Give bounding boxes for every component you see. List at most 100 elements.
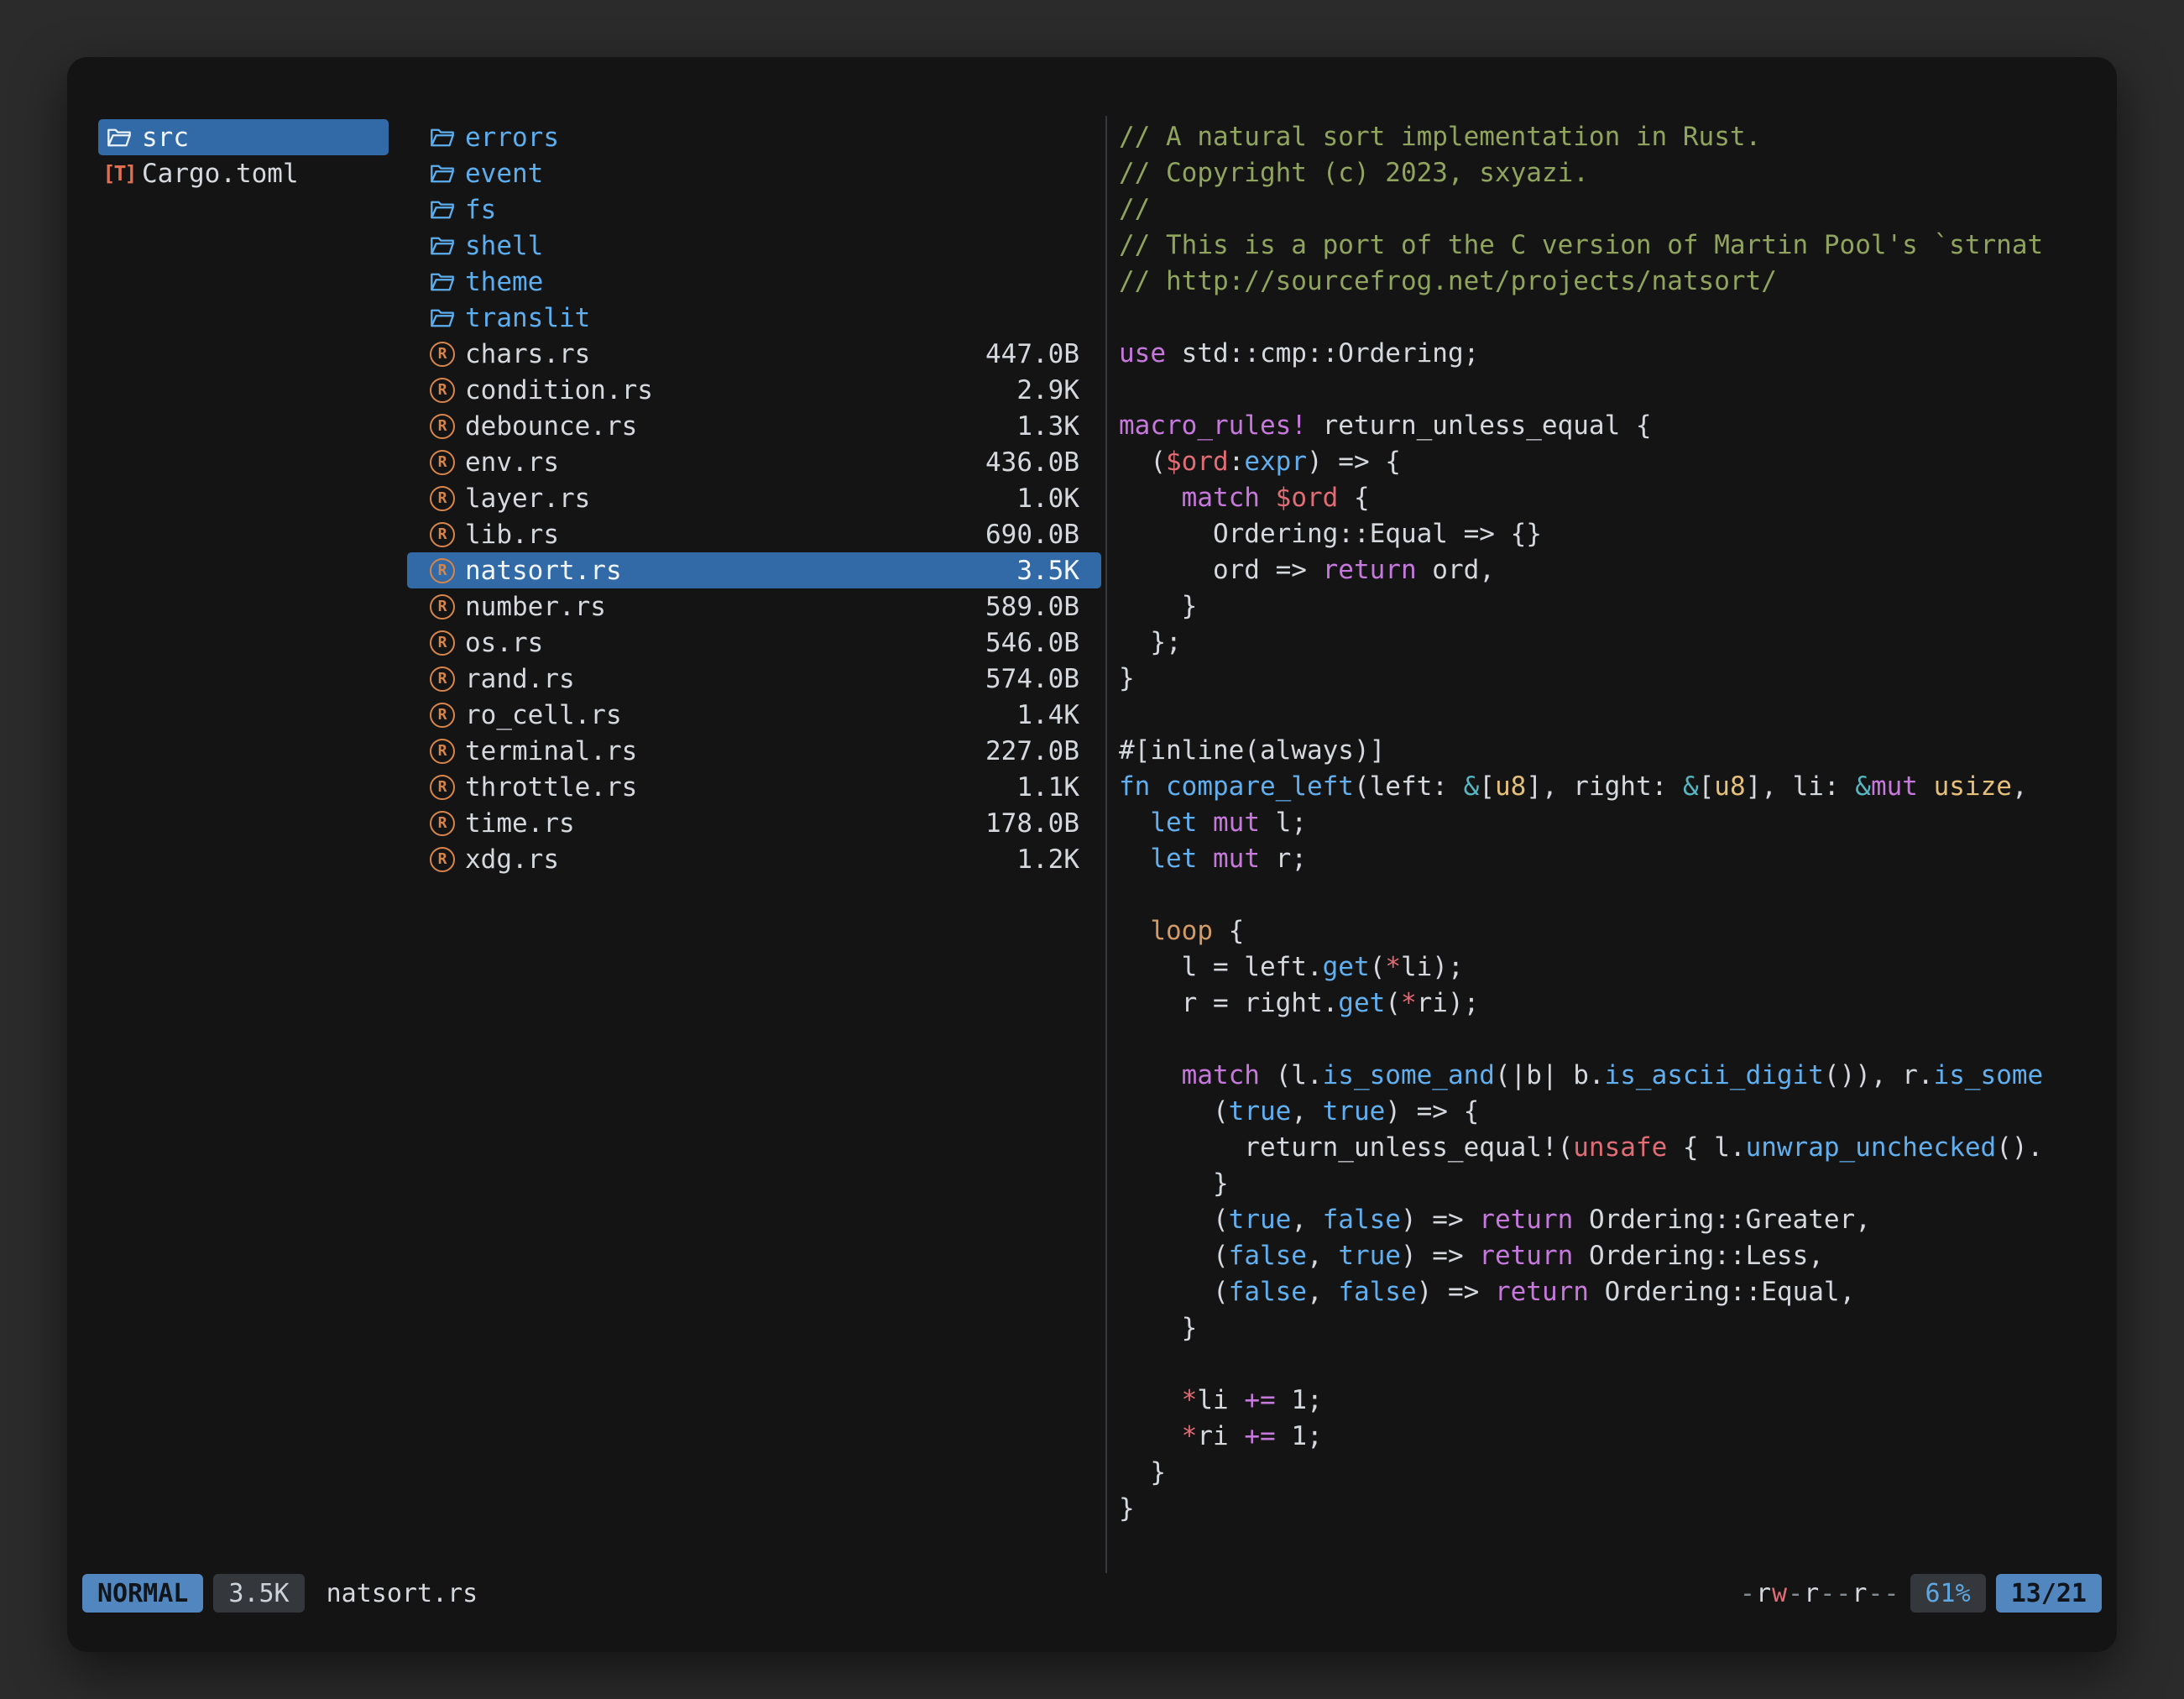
item-label: Cargo.toml	[142, 159, 299, 189]
code-line	[1119, 300, 2097, 336]
file-item-os-rs[interactable]: Ros.rs546.0B	[407, 625, 1101, 661]
item-label: debounce.rs	[465, 411, 637, 442]
file-item-chars-rs[interactable]: Rchars.rs447.0B	[407, 336, 1101, 372]
rust-icon-glyph: R	[430, 594, 455, 619]
item-label: time.rs	[465, 808, 575, 839]
item-size: 447.0B	[985, 339, 1079, 369]
item-size: 1.0K	[1016, 484, 1079, 514]
file-item-throttle-rs[interactable]: Rthrottle.rs1.1K	[407, 769, 1101, 805]
code-line: }	[1119, 1310, 2097, 1346]
file-item-condition-rs[interactable]: Rcondition.rs2.9K	[407, 372, 1101, 408]
item-label: terminal.rs	[465, 736, 637, 766]
file-item-fs[interactable]: fs	[407, 191, 1101, 227]
code-line: //	[1119, 191, 2097, 227]
toml-file-icon: [T]	[105, 161, 133, 186]
file-item-rand-rs[interactable]: Rrand.rs574.0B	[407, 661, 1101, 697]
file-item-number-rs[interactable]: Rnumber.rs 589.0B	[407, 588, 1101, 625]
code-line: // This is a port of the C version of Ma…	[1119, 227, 2097, 264]
file-item-translit[interactable]: translit	[407, 300, 1101, 336]
parent-pane: src [T] Cargo.toml	[98, 119, 389, 191]
code-line	[1119, 372, 2097, 408]
rust-icon-glyph: R	[430, 775, 455, 800]
rust-file-icon: R	[428, 378, 457, 403]
item-size: 546.0B	[985, 628, 1079, 658]
scroll-percent: 61%	[1910, 1574, 1986, 1613]
file-item-env-rs[interactable]: Renv.rs436.0B	[407, 444, 1101, 480]
code-line	[1119, 877, 2097, 913]
rust-icon-glyph: R	[430, 630, 455, 656]
code-line: l = left.get(*li);	[1119, 949, 2097, 985]
code-line: #[inline(always)]	[1119, 733, 2097, 769]
rust-file-icon: R	[428, 703, 457, 728]
code-line: use std::cmp::Ordering;	[1119, 336, 2097, 372]
rust-file-icon: R	[428, 630, 457, 656]
code-line: let mut r;	[1119, 841, 2097, 877]
file-item-ro-cell-rs[interactable]: Rro_cell.rs1.4K	[407, 697, 1101, 733]
file-item-layer-rs[interactable]: Rlayer.rs1.0K	[407, 480, 1101, 516]
item-label: lib.rs	[465, 520, 559, 550]
rust-icon-glyph: R	[430, 703, 455, 728]
file-item-theme[interactable]: theme	[407, 264, 1101, 300]
code-line: *ri += 1;	[1119, 1419, 2097, 1455]
item-size: 1.4K	[1016, 700, 1079, 730]
file-item-terminal-rs[interactable]: Rterminal.rs 227.0B	[407, 733, 1101, 769]
code-line: }	[1119, 588, 2097, 625]
item-size: 227.0B	[985, 736, 1079, 766]
folder-open-icon	[428, 271, 457, 293]
code-line: // Copyright (c) 2023, sxyazi.	[1119, 155, 2097, 191]
item-label: condition.rs	[465, 375, 653, 405]
parent-item-cargo-toml[interactable]: [T] Cargo.toml	[98, 155, 389, 191]
item-label: number.rs	[465, 592, 606, 622]
file-size-chip: 3.5K	[213, 1574, 304, 1613]
file-item-lib-rs[interactable]: Rlib.rs 690.0B	[407, 516, 1101, 552]
file-item-xdg-rs[interactable]: Rxdg.rs1.2K	[407, 841, 1101, 877]
file-item-event[interactable]: event	[407, 155, 1101, 191]
parent-item-src[interactable]: src	[98, 119, 389, 155]
code-line	[1119, 697, 2097, 733]
code-line: (true, true) => {	[1119, 1094, 2097, 1130]
rust-icon-glyph: R	[430, 450, 455, 475]
item-size: 589.0B	[985, 592, 1079, 622]
code-line	[1119, 1022, 2097, 1058]
item-label: rand.rs	[465, 664, 575, 694]
code-line: Ordering::Equal => {}	[1119, 516, 2097, 552]
rust-file-icon: R	[428, 775, 457, 800]
rust-file-icon: R	[428, 450, 457, 475]
item-label: src	[142, 123, 189, 153]
item-size: 574.0B	[985, 664, 1079, 694]
status-filename: natsort.rs	[327, 1579, 478, 1608]
code-line: (false, false) => return Ordering::Equal…	[1119, 1274, 2097, 1310]
code-line: let mut l;	[1119, 805, 2097, 841]
rust-icon-glyph: R	[430, 414, 455, 439]
code-line: }	[1119, 1491, 2097, 1527]
current-pane: errorsevent fsshellthemetranslitRchars.rs…	[407, 119, 1101, 877]
folder-open-icon	[428, 163, 457, 185]
rust-icon-glyph: R	[430, 558, 455, 583]
code-line: }	[1119, 661, 2097, 697]
code-line: r = right.get(*ri);	[1119, 985, 2097, 1022]
file-item-natsort-rs[interactable]: Rnatsort.rs3.5K	[407, 552, 1101, 588]
item-size: 178.0B	[985, 808, 1079, 839]
code-line: (true, false) => return Ordering::Greate…	[1119, 1202, 2097, 1238]
code-line: macro_rules! return_unless_equal {	[1119, 408, 2097, 444]
file-item-debounce-rs[interactable]: Rdebounce.rs1.3K	[407, 408, 1101, 444]
rust-icon-glyph: R	[430, 847, 455, 872]
item-size: 3.5K	[1016, 556, 1079, 586]
rust-icon-glyph: R	[430, 811, 455, 836]
item-label: fs	[465, 195, 496, 225]
folder-open-icon	[428, 199, 457, 221]
code-line: match (l.is_some_and(|b| b.is_ascii_digi…	[1119, 1058, 2097, 1094]
item-size: 690.0B	[985, 520, 1079, 550]
mode-indicator: NORMAL	[82, 1574, 203, 1613]
file-item-time-rs[interactable]: Rtime.rs 178.0B	[407, 805, 1101, 841]
folder-open-icon	[428, 307, 457, 329]
rust-icon-glyph: R	[430, 522, 455, 547]
file-item-errors[interactable]: errors	[407, 119, 1101, 155]
item-label: errors	[465, 123, 559, 153]
code-line: };	[1119, 625, 2097, 661]
rust-file-icon: R	[428, 739, 457, 764]
item-label: xdg.rs	[465, 844, 559, 875]
preview-pane[interactable]: // A natural sort implementation in Rust…	[1119, 119, 2097, 1527]
item-label: translit	[465, 303, 590, 333]
file-item-shell[interactable]: shell	[407, 227, 1101, 264]
